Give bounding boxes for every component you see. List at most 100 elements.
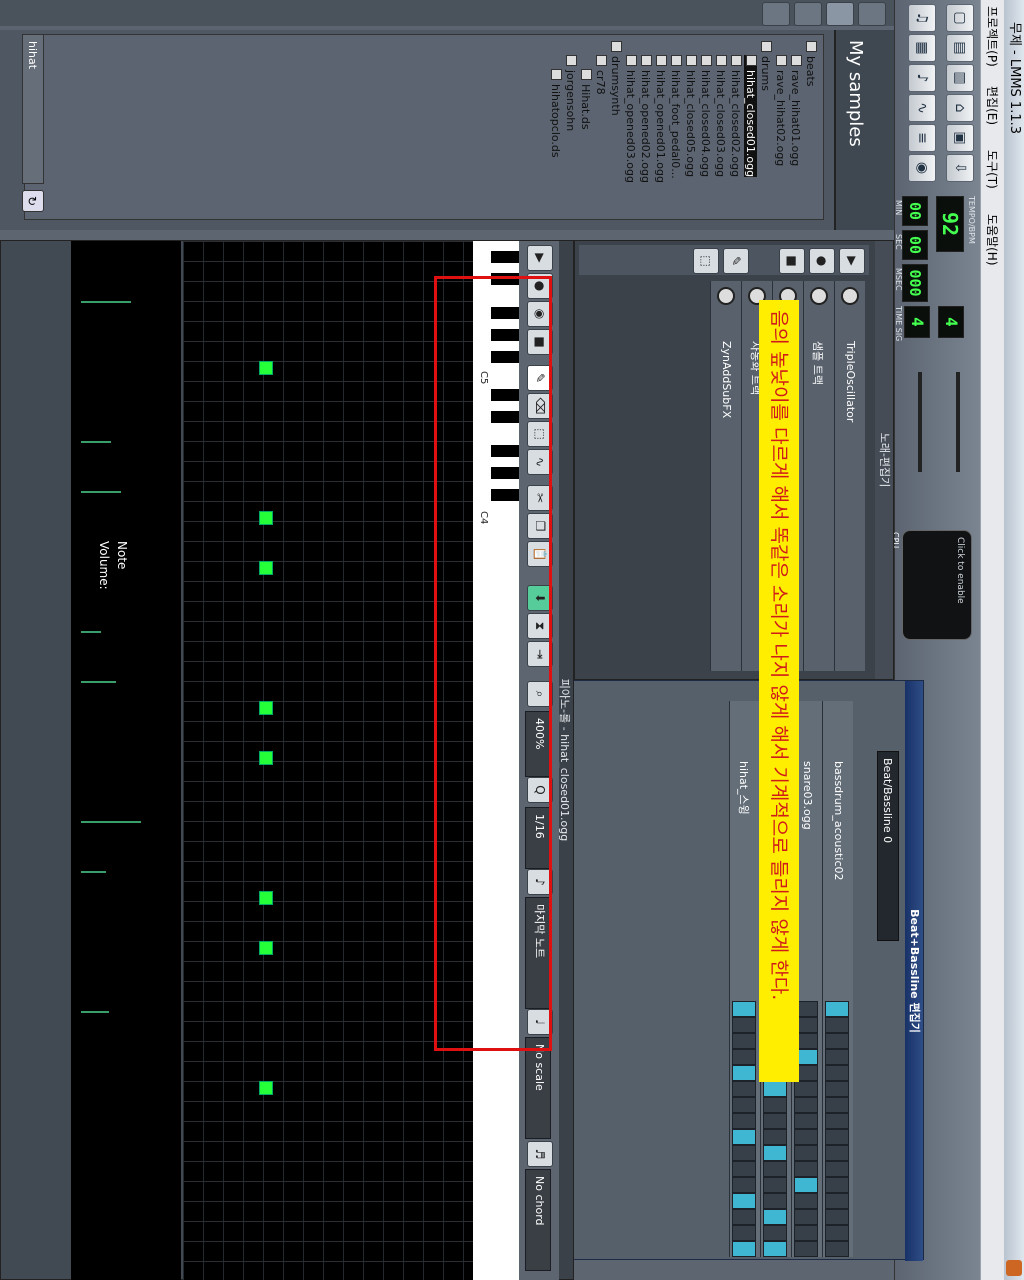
step-button[interactable] (732, 1017, 756, 1033)
export-icon[interactable]: ⇩ (946, 154, 974, 182)
beat-editor-icon[interactable]: ▦ (908, 34, 936, 62)
step-button[interactable] (794, 1081, 818, 1097)
step-button[interactable] (732, 1193, 756, 1209)
refresh-icon[interactable]: ↻ (22, 190, 44, 212)
stop-icon[interactable]: ■ (779, 248, 805, 274)
step-button[interactable] (825, 1161, 849, 1177)
track-settings-gear-icon[interactable] (717, 287, 735, 305)
step-button[interactable] (732, 1001, 756, 1017)
step-button[interactable] (763, 1209, 787, 1225)
step-button[interactable] (825, 1001, 849, 1017)
song-editor-icon[interactable]: ♫ (908, 4, 936, 32)
draw-mode-icon[interactable]: ✎ (723, 248, 749, 274)
volume-bar[interactable] (81, 681, 116, 683)
step-button[interactable] (732, 1209, 756, 1225)
automation-icon[interactable]: ∿ (908, 94, 936, 122)
cpu-meter[interactable]: Click to enable (902, 530, 972, 640)
open-icon[interactable]: ▥ (946, 64, 974, 92)
volume-bar[interactable] (81, 871, 106, 873)
scale-combo[interactable]: No scale (525, 1037, 551, 1139)
step-button[interactable] (794, 1177, 818, 1193)
step-button[interactable] (732, 1065, 756, 1081)
tree-item[interactable]: jorgensohn (564, 55, 577, 131)
mixer-icon[interactable]: ≡ (908, 124, 936, 152)
step-button[interactable] (732, 1113, 756, 1129)
volume-bar[interactable] (81, 631, 101, 633)
step-button[interactable] (763, 1081, 787, 1097)
note-volume-area[interactable]: Note Volume: (71, 241, 181, 1280)
track-settings-gear-icon[interactable] (810, 287, 828, 305)
tree-item[interactable]: hihat_closed05.ogg (684, 55, 697, 177)
edit-mode-icon[interactable]: ⬚ (693, 248, 719, 274)
my-samples-tab-icon[interactable] (826, 2, 854, 26)
song-track-row[interactable]: 샘플 트랙 (803, 281, 834, 671)
song-track-row[interactable]: TripleOscillator (834, 281, 865, 671)
step-button[interactable] (732, 1033, 756, 1049)
note[interactable] (259, 361, 273, 375)
step-button[interactable] (825, 1097, 849, 1113)
tree-item[interactable]: cr78 (594, 55, 607, 95)
step-button[interactable] (825, 1129, 849, 1145)
recent-icon[interactable]: ⌂ (946, 94, 974, 122)
note[interactable] (259, 941, 273, 955)
tree-item[interactable]: drums (759, 41, 772, 91)
step-button[interactable] (732, 1049, 756, 1065)
search-input[interactable]: hihat (22, 34, 44, 184)
tree-item[interactable]: hihat_opened02.ogg (639, 55, 652, 183)
step-button[interactable] (794, 1225, 818, 1241)
tree-item[interactable]: hihat_foot_pedal0... (669, 55, 682, 179)
time-sig-den[interactable]: 4 (904, 306, 930, 338)
new-project-icon[interactable]: ▢ (946, 4, 974, 32)
tempo-display[interactable]: 92 (936, 196, 964, 252)
step-button[interactable] (825, 1177, 849, 1193)
step-button[interactable] (794, 1161, 818, 1177)
step-button[interactable] (732, 1145, 756, 1161)
step-button[interactable] (732, 1241, 756, 1257)
step-button[interactable] (825, 1049, 849, 1065)
step-button[interactable] (825, 1145, 849, 1161)
step-button[interactable] (794, 1129, 818, 1145)
note[interactable] (259, 511, 273, 525)
step-button[interactable] (732, 1177, 756, 1193)
step-button[interactable] (825, 1017, 849, 1033)
step-button[interactable] (732, 1129, 756, 1145)
step-button[interactable] (825, 1241, 849, 1257)
step-button[interactable] (763, 1097, 787, 1113)
step-button[interactable] (763, 1113, 787, 1129)
controller-icon[interactable]: ◉ (908, 154, 936, 182)
chord-icon[interactable]: ♬ (527, 1141, 553, 1167)
step-button[interactable] (763, 1193, 787, 1209)
note[interactable] (259, 1081, 273, 1095)
volume-bar[interactable] (81, 441, 111, 443)
step-button[interactable] (763, 1129, 787, 1145)
close-icon[interactable] (1006, 1260, 1022, 1276)
step-button[interactable] (825, 1033, 849, 1049)
tree-item[interactable]: hihat_closed02.ogg (729, 55, 742, 177)
volume-bar[interactable] (81, 491, 121, 493)
step-button[interactable] (794, 1193, 818, 1209)
step-button[interactable] (732, 1081, 756, 1097)
master-pitch-slider[interactable] (918, 372, 922, 472)
step-button[interactable] (825, 1065, 849, 1081)
beat-track-row[interactable]: bassdrum_acoustic02 (822, 701, 853, 1257)
menu-help[interactable]: 도움말(H) (984, 214, 1001, 266)
tree-item[interactable]: hihatopclo.ds (549, 69, 562, 158)
menu-edit[interactable]: 편집(E) (984, 86, 1001, 125)
play-icon[interactable]: ▶ (839, 248, 865, 274)
tree-item[interactable]: hihat_closed03.ogg (714, 55, 727, 177)
menu-tools[interactable]: 도구(T) (984, 150, 1001, 189)
my-projects-tab-icon[interactable] (858, 2, 886, 26)
step-button[interactable] (732, 1097, 756, 1113)
step-button[interactable] (732, 1225, 756, 1241)
volume-bar[interactable] (81, 821, 141, 823)
step-button[interactable] (825, 1113, 849, 1129)
beat-track-row[interactable]: hihat_스윙 (729, 701, 760, 1257)
step-button[interactable] (825, 1081, 849, 1097)
step-button[interactable] (763, 1241, 787, 1257)
note-grid[interactable] (183, 241, 473, 1280)
black-key[interactable] (491, 251, 519, 263)
file-tree[interactable]: beats rave_hihat01.ogg rave_hihat02.ogg dru… (24, 34, 824, 220)
record-icon[interactable]: ● (809, 248, 835, 274)
tree-item[interactable]: rave_hihat01.ogg (789, 55, 802, 166)
tree-item[interactable]: hihat_closed01.ogg (744, 55, 757, 178)
